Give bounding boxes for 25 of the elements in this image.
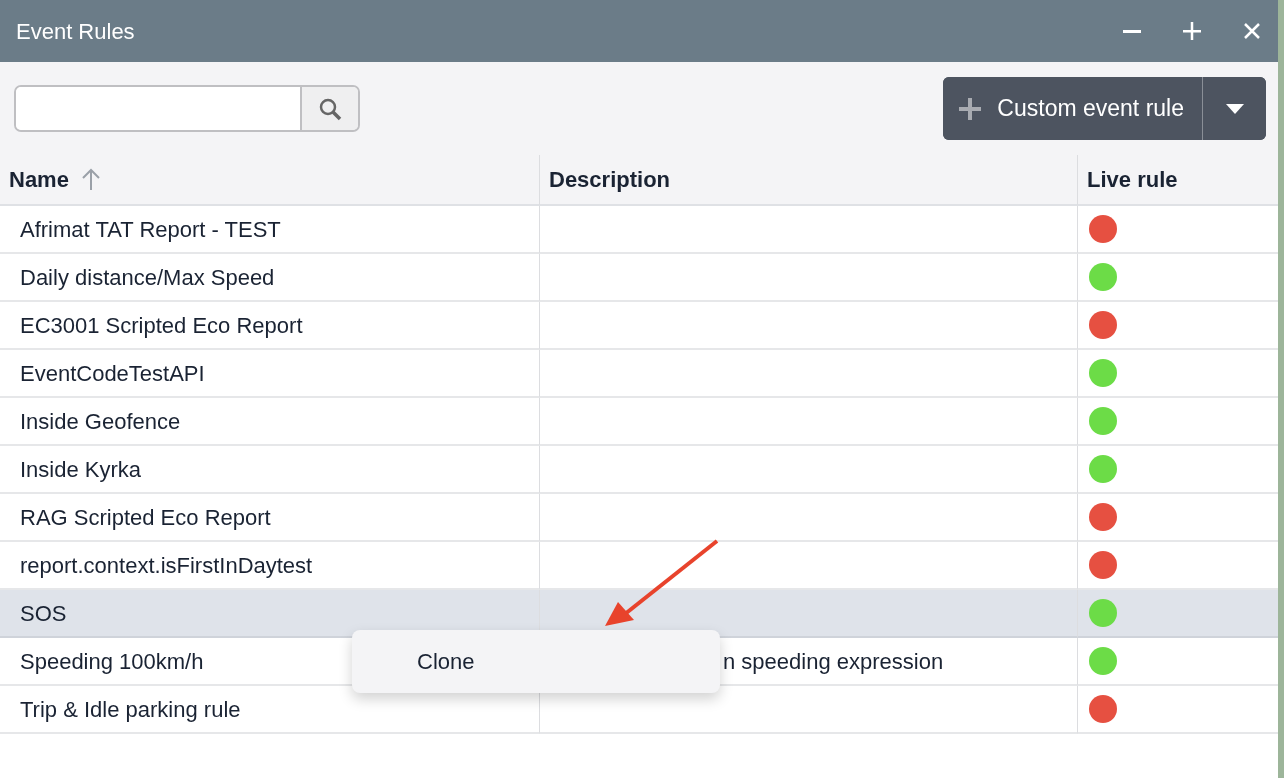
window-title: Event Rules	[16, 17, 136, 46]
menu-item[interactable]: Clone	[352, 645, 475, 678]
column-header[interactable]: Name	[9, 163, 69, 196]
search-button[interactable]	[300, 87, 358, 130]
rule-name-cell[interactable]: Inside Kyrka	[0, 446, 539, 494]
close-icon	[1242, 21, 1262, 41]
close-button[interactable]	[1242, 21, 1262, 41]
minimize-icon	[1123, 29, 1141, 33]
plus-icon	[1182, 21, 1202, 41]
rule-name-cell[interactable]: RAG Scripted Eco Report	[0, 494, 539, 542]
plus-icon	[959, 97, 982, 120]
column-header[interactable]: Live rule	[1077, 155, 1278, 206]
search-icon	[318, 96, 342, 121]
rule-name-cell[interactable]: Daily distance/Max Speed	[0, 254, 539, 302]
column-header[interactable]: Description	[539, 155, 1077, 206]
maximize-button[interactable]	[1182, 21, 1202, 41]
rule-name-cell[interactable]: SOS	[0, 590, 539, 638]
dropdown-button[interactable]	[1202, 77, 1266, 140]
rule-name-cell[interactable]: Afrimat TAT Report - TEST	[0, 206, 539, 254]
rule-name-cell[interactable]: EventCodeTestAPI	[0, 350, 539, 398]
caret-icon	[1225, 103, 1244, 114]
rule-name-cell[interactable]: EC3001 Scripted Eco Report	[0, 302, 539, 350]
search-field[interactable]	[14, 85, 360, 132]
sort-arrow-icon[interactable]	[80, 167, 101, 192]
rule-name-cell[interactable]: Inside Geofence	[0, 398, 539, 446]
